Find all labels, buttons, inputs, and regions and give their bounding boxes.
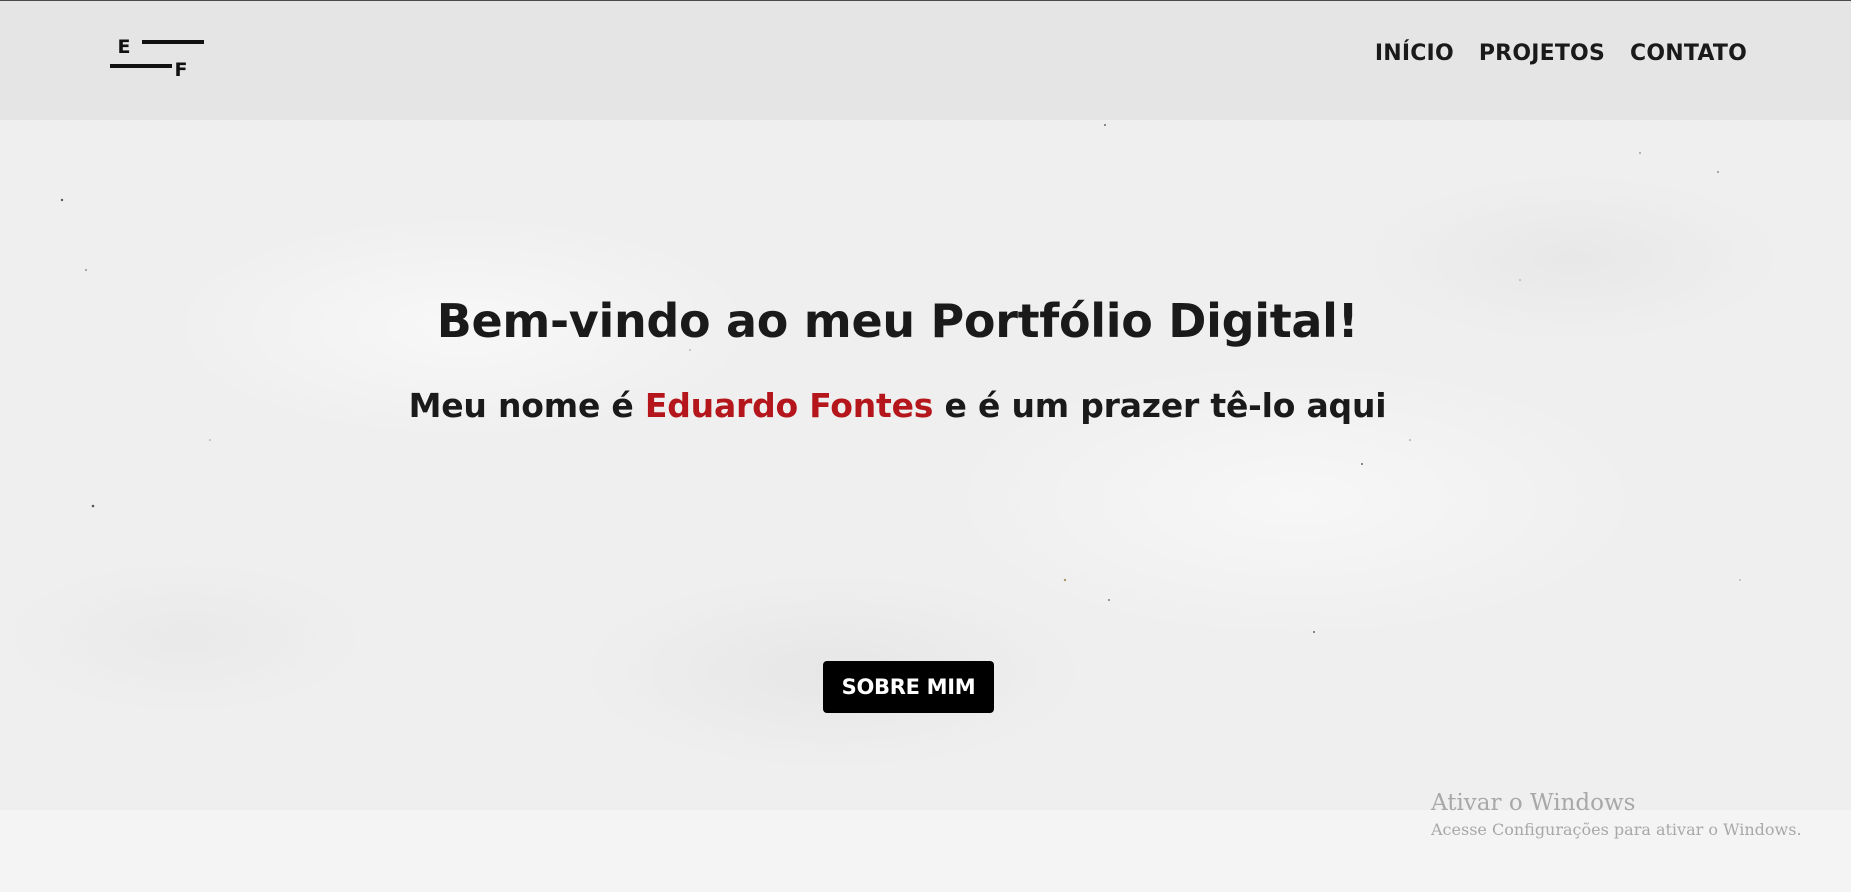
nav-link-inicio[interactable]: INÍCIO [1375, 41, 1454, 66]
watermark-title: Ativar o Windows [1431, 790, 1636, 816]
about-me-button[interactable]: SOBRE MIM [823, 661, 994, 713]
hero-title: Bem-vindo ao meu Portfólio Digital! [436, 294, 1359, 348]
logo-letter-e: E [118, 36, 131, 58]
logo-mark-icon: E F [110, 36, 204, 81]
nav-link-projetos[interactable]: PROJETOS [1479, 41, 1605, 66]
watermark-subtitle: Acesse Configurações para ativar o Windo… [1431, 820, 1802, 839]
subtitle-prefix: Meu nome é [408, 386, 645, 425]
navbar: E F INÍCIO PROJETOS CONTATO [0, 1, 1851, 120]
logo[interactable]: E F [110, 35, 204, 81]
hero-subtitle: Meu nome é Eduardo Fontes e é um prazer … [0, 386, 1795, 425]
main-nav: INÍCIO PROJETOS CONTATO [1375, 41, 1747, 66]
nav-link-contato[interactable]: CONTATO [1630, 41, 1747, 66]
hero-section: Bem-vindo ao meu Portfólio Digital! Meu … [0, 120, 1851, 810]
windows-activation-watermark: Ativar o Windows Acesse Configurações pa… [1431, 790, 1802, 839]
page-edge [1851, 0, 1855, 892]
logo-letter-f: F [175, 59, 188, 77]
subtitle-suffix: e é um prazer tê-lo aqui [933, 386, 1387, 425]
page: E F INÍCIO PROJETOS CONTATO Bem-vindo ao… [0, 0, 1855, 892]
subtitle-name-highlight: Eduardo Fontes [644, 386, 934, 425]
